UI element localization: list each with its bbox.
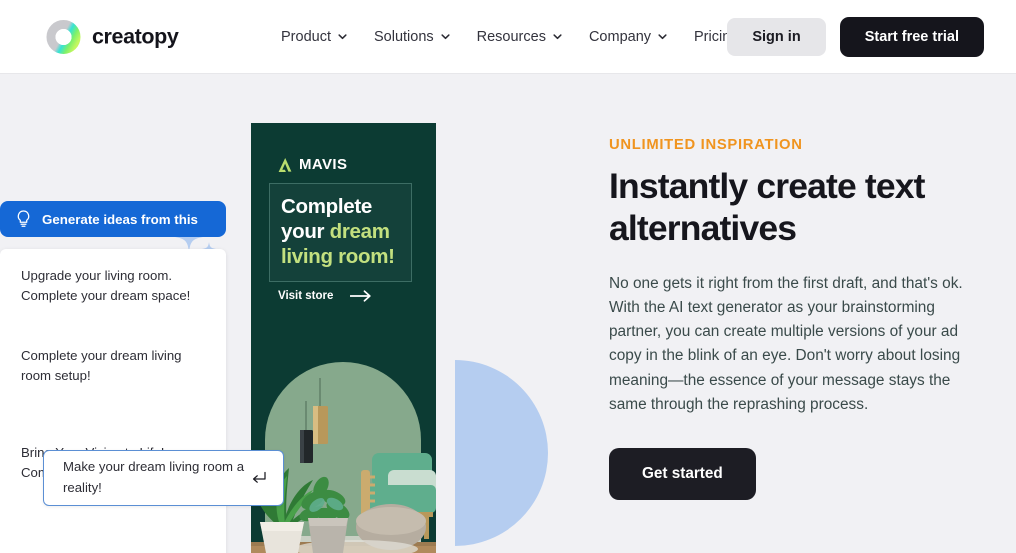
ad-headline-line2a: your (281, 220, 330, 243)
ad-headline: Complete your dream living room! (281, 194, 400, 269)
header-actions: Sign in Start free trial (727, 16, 984, 57)
nav-item-resources[interactable]: Resources (477, 29, 562, 45)
nav-label: Resources (476, 28, 546, 45)
chevron-down-icon (553, 34, 562, 40)
ad-headline-line2b: dream (329, 220, 390, 243)
suggestion-item-highlighted[interactable]: Make your dream living room a reality! (43, 450, 284, 506)
main-navigation: Product Solutions Resources Company Pric… (281, 29, 738, 45)
chevron-down-icon (338, 34, 347, 40)
hero-copy-column: UNLIMITED INSPIRATION Instantly create t… (609, 137, 994, 500)
blue-halfcircle-decoration (455, 360, 548, 546)
mavis-brand-lockup: MAVIS (277, 156, 347, 173)
sign-in-button[interactable]: Sign in (727, 17, 826, 56)
site-header: creatopy Product Solutions Resources Com… (0, 0, 1016, 74)
start-free-trial-button[interactable]: Start free trial (839, 16, 984, 57)
hero-body-text: No one gets it right from the first draf… (609, 274, 963, 413)
suggestions-panel: Upgrade your living room. Complete your … (0, 249, 226, 553)
hero-headline: Instantly create text alternatives (609, 166, 925, 248)
lightbulb-icon (17, 210, 30, 227)
brand-name: creatopy (92, 24, 179, 48)
nav-item-solutions[interactable]: Solutions (374, 29, 450, 45)
enter-key-icon (252, 471, 266, 483)
nav-label: Product (281, 28, 331, 45)
generate-ideas-label: Generate ideas from this (42, 211, 198, 227)
nav-item-company[interactable]: Company (589, 29, 667, 45)
ad-headline-line3: living room! (281, 245, 395, 268)
creatopy-ring-logo-icon (46, 19, 81, 54)
suggestion-item-1[interactable]: Upgrade your living room. Complete your … (21, 266, 208, 307)
hero-section: MAVIS Complete your dream living room! V… (0, 74, 1016, 553)
nav-label: Company (588, 28, 652, 45)
brand-logo-link[interactable]: creatopy (46, 19, 179, 54)
ad-headline-box: Complete your dream living room! (269, 183, 412, 282)
mavis-a-icon (278, 157, 292, 172)
suggestion-item-2[interactable]: Complete your dream living room setup! (21, 346, 208, 387)
ad-headline-line1: Complete (281, 195, 373, 218)
arrow-right-icon (350, 290, 372, 302)
chevron-down-icon (441, 34, 450, 40)
chevron-down-icon (658, 34, 667, 40)
ad-cta-label: Visit store (278, 290, 334, 302)
hero-eyebrow: UNLIMITED INSPIRATION (609, 137, 803, 153)
mavis-brand-name: MAVIS (299, 156, 348, 173)
page-root: creatopy Product Solutions Resources Com… (0, 0, 1016, 553)
ad-living-room-photo (251, 322, 436, 553)
nav-item-product[interactable]: Product (281, 29, 347, 45)
generate-ideas-button[interactable]: Generate ideas from this (0, 201, 226, 237)
nav-label: Solutions (373, 28, 434, 45)
get-started-button[interactable]: Get started (609, 447, 756, 500)
ad-visit-store-cta[interactable]: Visit store (278, 290, 372, 302)
suggestion-highlighted-text: Make your dream living room a reality! (63, 459, 245, 495)
